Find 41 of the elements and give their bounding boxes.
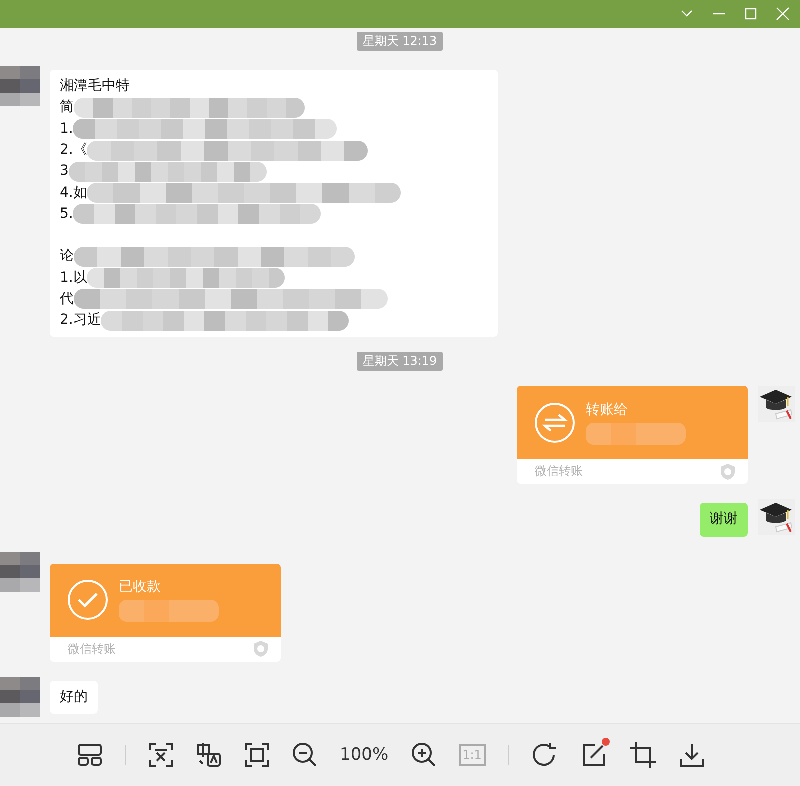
translate-icon[interactable] xyxy=(196,742,222,768)
check-circle-icon xyxy=(67,579,109,622)
transfer-label: 微信转账 xyxy=(68,640,116,658)
maximize-icon[interactable] xyxy=(744,7,758,21)
rotate-icon[interactable] xyxy=(530,742,559,768)
message-text: 湘潭毛中特 xyxy=(60,77,130,96)
message-text: 5. xyxy=(60,204,74,224)
message-text: 1. xyxy=(60,120,74,139)
text-scan-icon[interactable] xyxy=(148,742,174,768)
timestamp: 星期天 12:13 xyxy=(356,32,444,51)
timestamp: 星期天 13:19 xyxy=(356,352,444,372)
message-text: 2.《 xyxy=(60,141,88,160)
message-text: 谢谢 xyxy=(710,510,738,530)
zoom-in-icon[interactable] xyxy=(410,742,437,768)
message-text: 4.如 xyxy=(60,184,88,203)
download-icon[interactable] xyxy=(678,742,705,768)
avatar xyxy=(0,676,40,717)
message-text: 论 xyxy=(60,247,74,266)
message-text: 1.以 xyxy=(60,268,88,288)
message-text: 简 xyxy=(60,98,74,118)
crop-icon[interactable] xyxy=(628,741,657,769)
zoom-out-icon[interactable] xyxy=(292,742,318,768)
message-text: 2.习近 xyxy=(60,311,102,330)
close-icon[interactable] xyxy=(776,7,790,21)
transfer-title: 转账给 xyxy=(586,400,629,419)
transfer-arrows-icon xyxy=(534,402,576,444)
shield-icon xyxy=(720,462,736,481)
transfer-title: 已收款 xyxy=(119,578,162,596)
transfer-label: 微信转账 xyxy=(535,463,583,480)
shield-icon xyxy=(253,640,269,658)
edit-icon[interactable] xyxy=(580,742,607,768)
fit-screen-icon[interactable] xyxy=(244,742,270,768)
avatar xyxy=(0,66,40,106)
zoom-level: 100% xyxy=(340,745,389,765)
layout-icon[interactable] xyxy=(77,742,103,768)
message-text: 代 xyxy=(60,290,74,309)
avatar xyxy=(0,552,40,592)
transfer-card[interactable]: 已收款 微信转账 xyxy=(50,564,281,662)
transfer-card[interactable]: 转账给 微信转账 xyxy=(517,386,748,484)
message-text: 3 xyxy=(60,162,69,182)
message-text: 好的 xyxy=(60,688,88,707)
